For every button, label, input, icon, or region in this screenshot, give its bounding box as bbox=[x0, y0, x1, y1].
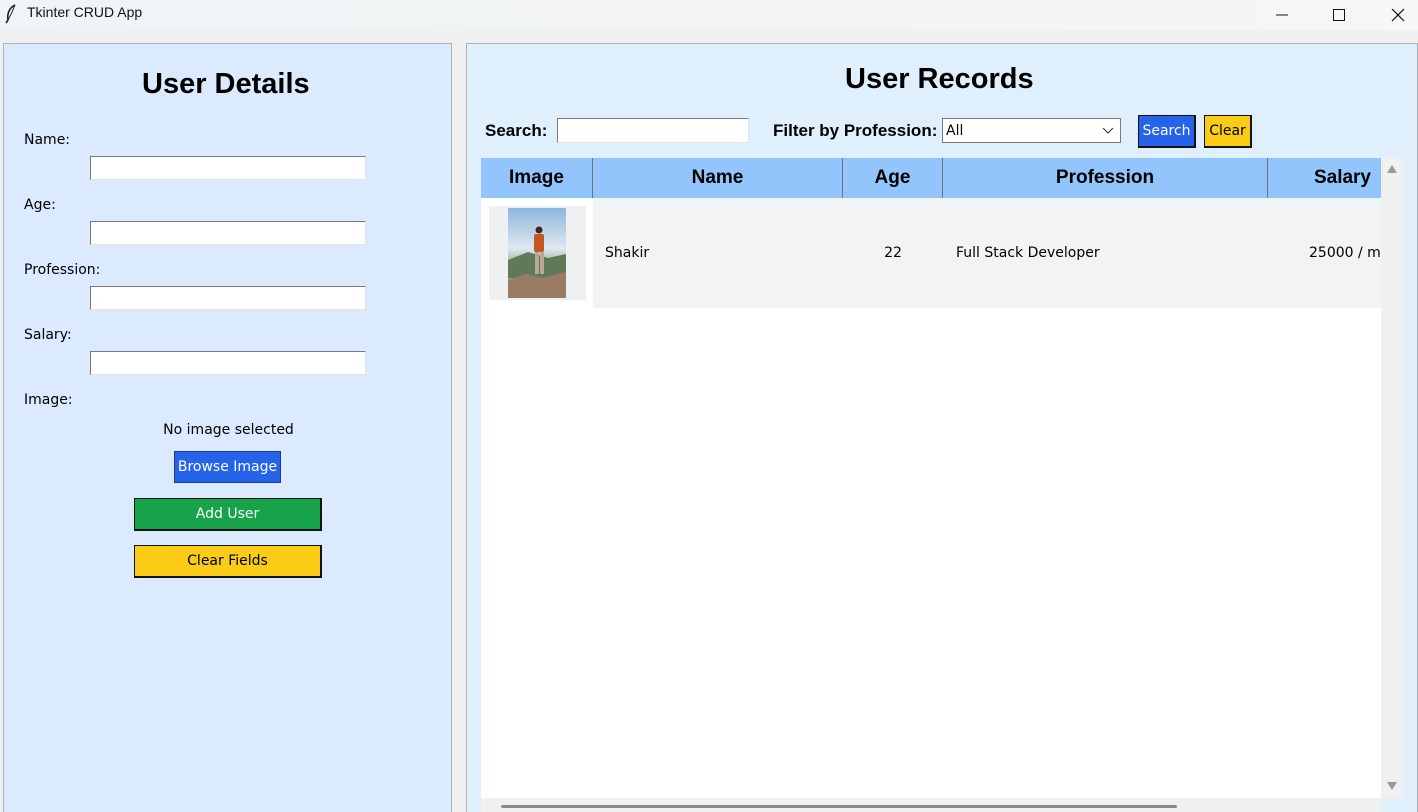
minimize-icon bbox=[1276, 14, 1288, 16]
table-row[interactable]: Shakir 22 Full Stack Developer 25000 / m… bbox=[481, 198, 1381, 308]
profession-label: Profession: bbox=[24, 262, 101, 278]
profession-filter-select[interactable]: All bbox=[942, 118, 1121, 143]
image-label: Image: bbox=[24, 392, 73, 408]
column-header-salary[interactable]: Salary bbox=[1268, 158, 1381, 198]
add-user-button[interactable]: Add User bbox=[134, 498, 322, 531]
filter-label: Filter by Profession: bbox=[773, 121, 938, 140]
close-button[interactable] bbox=[1375, 0, 1418, 30]
user-records-panel: User Records Search: Filter by Professio… bbox=[466, 43, 1418, 812]
panel-title: User Details bbox=[142, 68, 310, 100]
clear-button[interactable]: Clear bbox=[1204, 115, 1252, 148]
name-field[interactable] bbox=[90, 156, 366, 180]
age-field[interactable] bbox=[90, 221, 366, 245]
salary-field[interactable] bbox=[90, 351, 366, 375]
age-label: Age: bbox=[24, 197, 56, 213]
salary-label: Salary: bbox=[24, 327, 72, 343]
search-label: Search: bbox=[485, 121, 548, 140]
records-table: Image Name Age Profession Salary Shakir … bbox=[481, 158, 1381, 798]
profession-cell: Full Stack Developer bbox=[943, 198, 1268, 308]
image-status: No image selected bbox=[163, 422, 294, 438]
search-input[interactable] bbox=[557, 118, 749, 143]
column-header-profession[interactable]: Profession bbox=[943, 158, 1268, 198]
title-bar: Tkinter CRUD App bbox=[0, 0, 1418, 30]
filter-selected-value: All bbox=[946, 122, 964, 139]
chevron-down-icon bbox=[1102, 127, 1114, 134]
profession-field[interactable] bbox=[90, 286, 366, 310]
clear-fields-button[interactable]: Clear Fields bbox=[134, 545, 322, 578]
scroll-up-icon[interactable] bbox=[1387, 165, 1397, 173]
user-photo bbox=[508, 208, 566, 298]
vertical-scrollbar[interactable] bbox=[1381, 158, 1403, 798]
close-icon bbox=[1391, 8, 1405, 22]
feather-icon bbox=[5, 4, 16, 24]
thumbnail-frame bbox=[488, 206, 586, 300]
age-cell: 22 bbox=[843, 198, 943, 308]
window-title: Tkinter CRUD App bbox=[27, 4, 143, 20]
panel-title: User Records bbox=[845, 63, 1034, 95]
horizontal-scroll-thumb[interactable] bbox=[501, 805, 1177, 808]
salary-cell: 25000 / mo bbox=[1268, 198, 1381, 308]
column-header-image[interactable]: Image bbox=[481, 158, 593, 198]
user-details-panel: User Details Name: Age: Profession: Sala… bbox=[3, 43, 452, 812]
browse-image-button[interactable]: Browse Image bbox=[174, 451, 281, 483]
search-button[interactable]: Search bbox=[1138, 115, 1196, 148]
name-label: Name: bbox=[24, 132, 71, 148]
name-cell: Shakir bbox=[593, 198, 843, 308]
horizontal-scrollbar[interactable] bbox=[481, 798, 1381, 812]
image-cell bbox=[481, 198, 593, 308]
table-header: Image Name Age Profession Salary bbox=[481, 158, 1381, 198]
minimize-button[interactable] bbox=[1259, 0, 1305, 30]
maximize-button[interactable] bbox=[1316, 0, 1362, 30]
maximize-icon bbox=[1333, 9, 1345, 21]
scroll-down-icon[interactable] bbox=[1387, 782, 1397, 790]
column-header-age[interactable]: Age bbox=[843, 158, 943, 198]
column-header-name[interactable]: Name bbox=[593, 158, 843, 198]
